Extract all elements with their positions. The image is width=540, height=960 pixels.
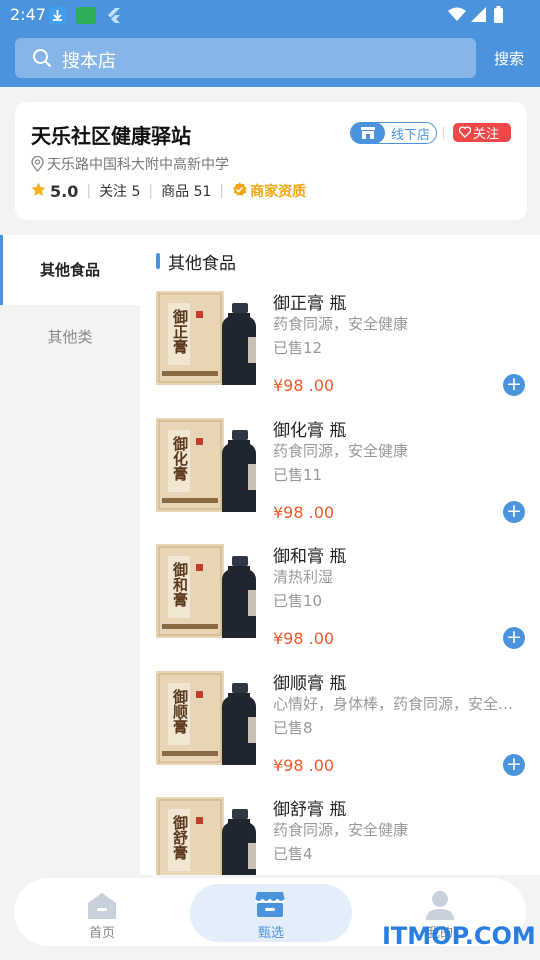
tab-home[interactable]: 首页: [50, 878, 154, 946]
product-image[interactable]: 御化膏: [156, 417, 258, 514]
shop-icon: [254, 890, 286, 922]
verified-badge-icon: [232, 182, 247, 201]
offline-store-label: 线下店: [391, 128, 431, 143]
store-info-card: 天乐社区健康驿站 线下店 关注 天乐路中国科大附中高新中学 5.0 | 关注 5…: [15, 102, 527, 220]
store-name: 天乐社区健康驿站: [31, 124, 191, 148]
status-bar: 2:47: [0, 0, 540, 30]
location-pin-icon: [31, 155, 44, 176]
product-price: ¥98 .00: [273, 755, 335, 775]
product-box-label: 御和膏: [171, 562, 189, 607]
merchant-qualification-link[interactable]: 商家资质: [250, 181, 306, 201]
product-sold-count: 已售12: [273, 339, 323, 357]
storefront-icon: [351, 122, 385, 144]
product-sold-count: 已售11: [273, 465, 323, 484]
product-price: ¥98 .00: [273, 376, 335, 395]
search-button[interactable]: 搜索: [494, 48, 524, 69]
heart-icon: [458, 126, 472, 142]
app-notification-icon: [76, 7, 96, 24]
signal-icon: [471, 7, 486, 26]
header: 2:47 搜本店 搜索: [0, 0, 540, 87]
product-image[interactable]: 御正膏: [156, 291, 258, 387]
download-notification-icon: [49, 7, 66, 24]
tab-home-label: 首页: [88, 926, 115, 941]
product-sold-count: 已售10: [273, 592, 323, 610]
category-item-other-food[interactable]: 其他食品: [0, 235, 140, 305]
watermark: ITMOP.COM: [382, 922, 536, 950]
product-description: 药食同源，安全健康: [273, 315, 409, 333]
search-icon: [32, 48, 52, 72]
product-box-label: 御舒膏: [171, 815, 189, 860]
category-item-other[interactable]: 其他类: [0, 302, 140, 372]
product-box-label: 御顺膏: [171, 688, 189, 734]
wifi-icon: [448, 7, 466, 26]
category-sidebar: 其他食品 其他类: [0, 235, 140, 875]
add-to-cart-button[interactable]: +: [503, 627, 525, 649]
store-stats: 5.0 | 关注 5 | 商品 51 | 商家资质: [31, 181, 306, 201]
product-item[interactable]: 御正膏 御正膏 瓶药食同源，安全健康 已售12 ¥98 .00 +: [140, 291, 540, 417]
battery-icon: [494, 6, 503, 27]
product-item[interactable]: 御顺膏 御顺膏 瓶心情好，身体棒，药食同源，安全健康 已售8 ¥98 .00 +: [140, 669, 540, 797]
star-icon: [31, 182, 46, 201]
product-item[interactable]: 御舒膏御舒膏 瓶药食同源，安全健康已售4¥98 .00+: [140, 797, 540, 875]
section-title: 其他食品: [168, 254, 236, 274]
product-description: 心情好，身体棒，药食同源，安全健康: [273, 694, 523, 713]
product-list: 其他食品 御正膏 御正膏 瓶药食同源，安全健康 已售12 ¥98 .00 + 御化膏 御化膏…: [140, 235, 540, 875]
product-image[interactable]: 御顺膏: [156, 670, 258, 767]
section-marker: [156, 253, 160, 269]
store-address: 天乐路中国科大附中高新中学: [47, 157, 229, 173]
status-time: 2:47: [10, 5, 46, 24]
product-name[interactable]: 御正膏 瓶: [273, 289, 346, 314]
product-box-label: 御正膏: [171, 309, 189, 354]
product-count: 商品 51: [161, 184, 212, 200]
home-icon: [86, 891, 118, 923]
search-placeholder: 搜本店: [62, 51, 116, 72]
product-sold-count: 已售8: [273, 718, 313, 737]
user-icon: [424, 890, 456, 924]
product-name[interactable]: 御顺膏 瓶: [273, 669, 346, 694]
offline-store-tag[interactable]: 线下店: [350, 122, 437, 144]
tab-selection[interactable]: 甄选: [190, 884, 352, 942]
product-description: 药食同源，安全健康: [273, 821, 409, 839]
product-item[interactable]: 御和膏 御和膏 瓶清热利湿已售10 ¥98 .00 +: [140, 544, 540, 670]
product-name[interactable]: 御舒膏 瓶: [273, 795, 346, 820]
add-to-cart-button[interactable]: +: [503, 374, 525, 396]
product-box-label: 御化膏: [171, 435, 189, 481]
add-to-cart-button[interactable]: +: [503, 752, 525, 776]
plus-icon: +: [506, 373, 522, 395]
product-name[interactable]: 御化膏 瓶: [273, 416, 346, 441]
flutter-icon: [106, 7, 123, 24]
product-price: ¥98 .00: [273, 502, 335, 522]
product-sold-count: 已售4: [273, 845, 313, 863]
tab-selection-label: 甄选: [257, 926, 284, 941]
product-image[interactable]: 御舒膏: [156, 797, 258, 875]
plus-icon: +: [506, 499, 522, 522]
search-input[interactable]: 搜本店: [15, 38, 476, 78]
product-price: ¥98 .00: [273, 629, 335, 648]
add-to-cart-button[interactable]: +: [503, 499, 525, 523]
follow-button[interactable]: 关注: [453, 123, 511, 142]
product-item[interactable]: 御化膏 御化膏 瓶药食同源，安全健康 已售11 ¥98 .00 +: [140, 416, 540, 544]
follow-label: 关注: [473, 127, 500, 142]
plus-icon: +: [506, 626, 522, 648]
store-rating: 5.0: [50, 181, 79, 201]
product-description: 清热利湿: [273, 568, 334, 586]
divider: [443, 126, 444, 139]
follow-count: 关注 5: [99, 184, 141, 200]
plus-icon: +: [506, 752, 522, 775]
product-image[interactable]: 御和膏: [156, 544, 258, 640]
product-description: 药食同源，安全健康: [273, 441, 409, 460]
product-name[interactable]: 御和膏 瓶: [273, 542, 346, 567]
